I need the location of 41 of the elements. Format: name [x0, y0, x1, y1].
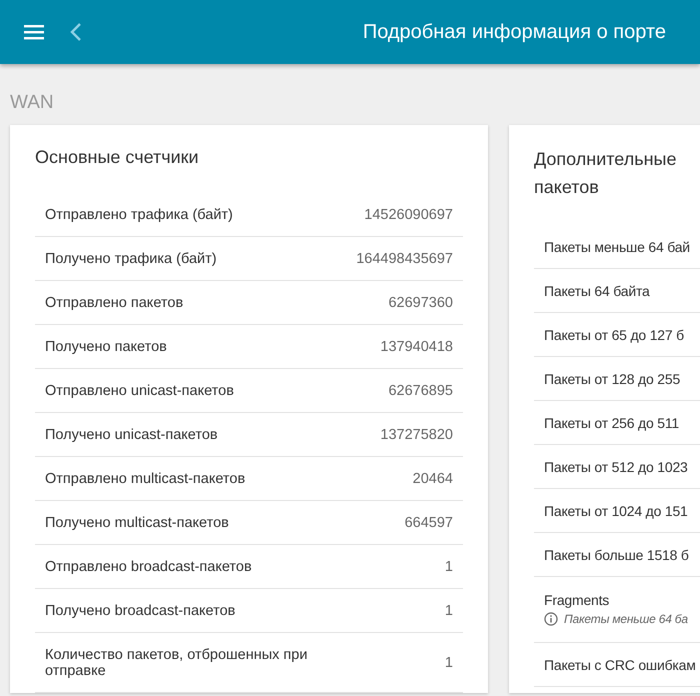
page-title: Подробная информация о порте — [362, 20, 666, 44]
counter-label: Пакеты от 65 до 127 б — [544, 326, 684, 342]
counter-value: 137940418 — [380, 338, 453, 354]
counter-label: Получено трафика (байт) — [45, 250, 217, 266]
counter-label: Отправлено пакетов — [45, 294, 184, 310]
counter-value: 20464 — [412, 470, 453, 486]
info-icon — [544, 612, 558, 626]
counter-label: Fragments — [544, 592, 610, 608]
counter-label: Получено broadcast-пакетов — [45, 602, 236, 618]
counter-label: Отправлено unicast-пакетов — [45, 382, 234, 398]
counter-label: Получено multicast-пакетов — [45, 514, 229, 530]
counter-label: Пакеты меньше 64 бай — [544, 238, 690, 254]
counter-label: Пакеты от 512 до 1023 — [544, 458, 688, 474]
card-title: пакетов — [534, 176, 600, 199]
counter-value: 164498435697 — [356, 250, 453, 266]
counter-label: Пакеты 64 байта — [544, 282, 650, 298]
counter-label: Пакеты от 128 до 255 — [544, 370, 680, 386]
counter-value: 664597 — [404, 514, 453, 530]
counter-label: Количество пакетов, отброшенных при отправке — [45, 646, 308, 678]
counter-value: 1 — [444, 654, 453, 670]
counter-value: 137275820 — [380, 426, 453, 442]
counter-label: Отправлено broadcast-пакетов — [45, 558, 252, 574]
counter-value: 62676895 — [388, 382, 453, 398]
card-title: Основные счетчики — [35, 147, 200, 169]
counter-label: Пакеты больше 1518 б — [544, 546, 689, 562]
section-label: WAN — [9, 91, 55, 115]
card-title: Дополнительные — [534, 148, 678, 171]
counter-value: 1 — [444, 558, 453, 574]
counter-label: Отправлено трафика (байт) — [45, 206, 233, 222]
back-icon[interactable] — [70, 22, 82, 42]
counter-value: 62697360 — [388, 294, 453, 310]
counter-label: Получено пакетов — [45, 338, 167, 354]
counter-label: Пакеты от 256 до 511 — [544, 414, 680, 430]
hint-text: Пакеты меньше 64 ба — [564, 612, 688, 626]
counter-label: Пакеты с CRC ошибкам — [544, 656, 696, 672]
menu-icon[interactable] — [24, 24, 44, 40]
counter-label: Пакеты от 1024 до 151 — [544, 502, 688, 518]
counter-value: 14526090697 — [364, 206, 453, 222]
counter-label: Отправлено multicast-пакетов — [45, 470, 246, 486]
counter-value: 1 — [444, 602, 453, 618]
counter-label: Получено unicast-пакетов — [45, 426, 218, 442]
